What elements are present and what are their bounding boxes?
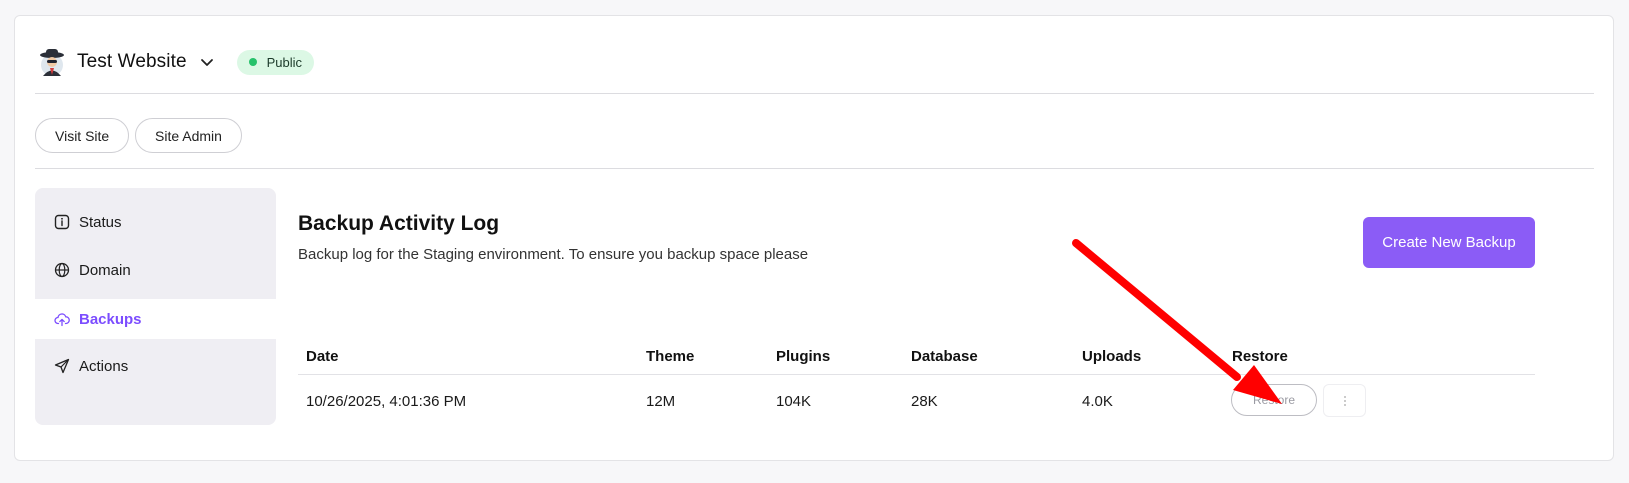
site-title: Test Website [77,51,187,72]
sidebar-item-actions[interactable]: Actions [35,342,276,390]
table-header-divider [298,374,1535,375]
more-vertical-icon [1343,395,1346,406]
sidebar-item-label: Domain [79,261,131,279]
site-admin-button[interactable]: Site Admin [135,118,242,153]
cell-plugins: 104K [776,393,812,410]
cell-theme: 12M [646,393,676,410]
page-title: Backup Activity Log [298,212,500,235]
status-badge-label: Public [266,54,303,70]
cloud-upload-icon [54,313,70,327]
sidebar-item-status[interactable]: Status [35,198,276,246]
avatar [40,49,64,76]
column-header-plugins: Plugins [776,348,831,365]
column-header-uploads: Uploads [1082,348,1142,365]
status-badge: Public [236,49,315,75]
info-icon [54,214,70,230]
site-header: Test Website Public [39,44,315,80]
sidebar: Status Domain Backups Actions [35,188,276,425]
column-header-restore: Restore [1232,348,1288,365]
sidebar-item-label: Status [79,213,122,231]
globe-icon [54,262,70,278]
visit-site-button[interactable]: Visit Site [35,118,130,153]
cell-date: 10/26/2025, 4:01:36 PM [306,393,467,410]
column-header-database: Database [911,348,978,365]
page-description: Backup log for the Staging environment. … [298,246,809,263]
restore-button[interactable]: Restore [1231,384,1317,416]
column-header-theme: Theme [646,348,695,365]
send-icon [54,358,70,374]
links-divider [35,168,1594,169]
cell-database: 28K [911,393,938,410]
chevron-down-icon[interactable] [199,54,215,70]
sidebar-item-backups[interactable]: Backups [35,299,276,339]
sidebar-item-label: Actions [79,357,129,375]
create-new-backup-button[interactable]: Create New Backup [1363,217,1535,268]
sidebar-item-label: Backups [79,310,142,328]
header-divider [35,93,1594,94]
row-menu-button[interactable] [1323,384,1366,417]
sidebar-item-domain[interactable]: Domain [35,246,276,294]
site-card: Test Website Public Visit Site Site Admi… [14,15,1614,461]
column-header-date: Date [306,348,339,365]
status-dot [248,58,257,66]
cell-uploads: 4.0K [1082,393,1113,410]
